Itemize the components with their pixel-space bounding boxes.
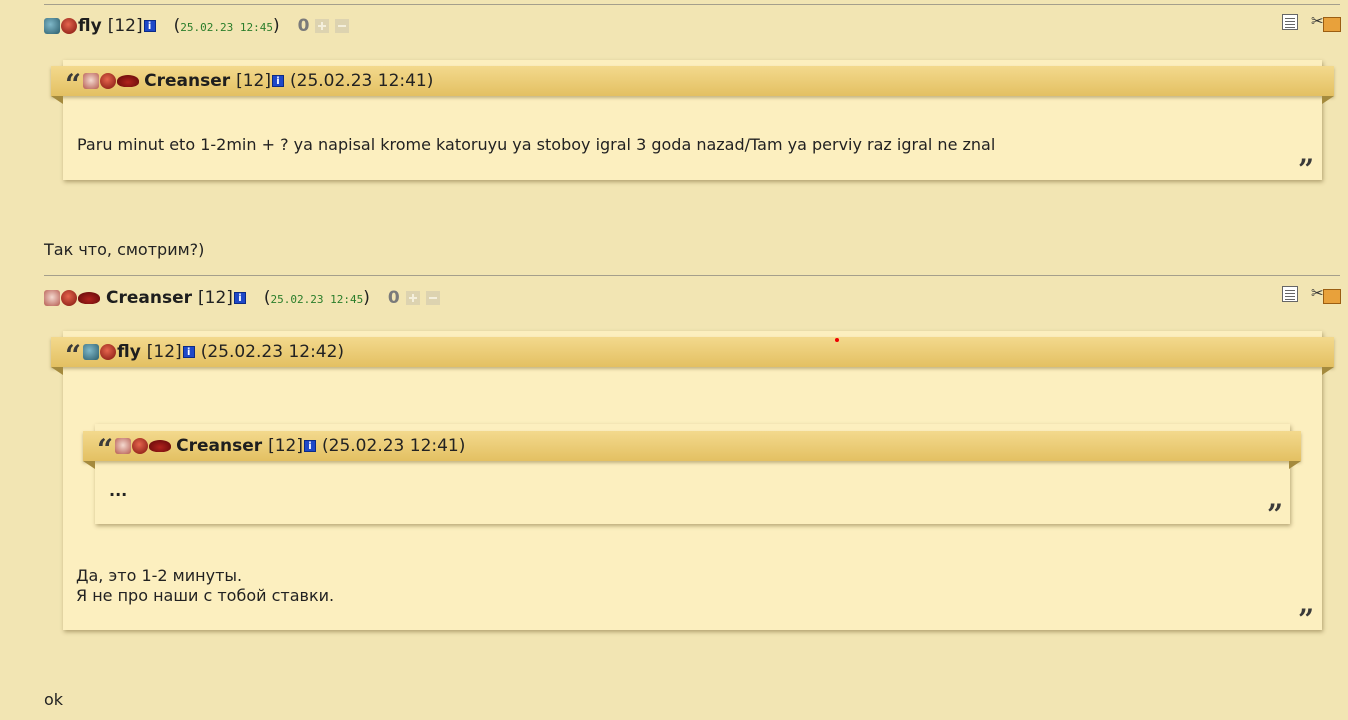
nested-quote-text: ...	[109, 481, 128, 500]
info-icon[interactable]: i	[304, 440, 317, 452]
post-score: 0	[297, 16, 310, 36]
info-icon[interactable]: i	[182, 346, 195, 358]
author-level: [12]	[198, 288, 233, 308]
rank-badge-icon[interactable]	[100, 344, 117, 360]
vote-down-icon[interactable]	[335, 19, 350, 33]
gift-badge-icon[interactable]	[115, 438, 132, 454]
post-header: Creanser [12] i (25.02.23 12:45) 0	[44, 286, 440, 310]
close-quote-icon: ”	[1298, 153, 1315, 186]
quote-date: (25.02.23 12:41)	[322, 436, 466, 456]
gift-badge-icon[interactable]	[83, 73, 100, 89]
quote-author[interactable]: Creanser	[144, 71, 230, 91]
rank-badge-icon[interactable]	[132, 438, 149, 454]
horns-badge-icon[interactable]	[149, 440, 172, 452]
quote-reply-icon[interactable]: ✂	[1311, 285, 1341, 305]
quote-text-line: Да, это 1-2 минуты.	[76, 566, 243, 585]
quote-header: “ fly [12] i (25.02.23 12:42)	[51, 337, 1334, 375]
post-text: ok	[44, 690, 64, 709]
info-icon[interactable]: i	[272, 75, 285, 87]
post-date: (25.02.23 12:45)	[263, 288, 370, 308]
quote-author-level: [12]	[236, 71, 272, 91]
quote-author[interactable]: Creanser	[176, 436, 262, 456]
quote-author-level: [12]	[146, 342, 182, 362]
quote-header: “ Creanser [12] i (25.02.23 12:41)	[51, 66, 1334, 104]
cursor-dot	[835, 338, 839, 342]
horns-badge-icon[interactable]	[78, 292, 100, 304]
rank-badge-icon[interactable]	[100, 73, 117, 89]
post-author[interactable]: Creanser	[106, 288, 192, 308]
quote-author[interactable]: fly	[117, 342, 141, 362]
list-view-icon[interactable]	[1282, 14, 1298, 30]
post-date: (25.02.23 12:45)	[173, 16, 280, 36]
horns-badge-icon[interactable]	[117, 75, 140, 87]
vote-down-icon[interactable]	[425, 291, 440, 305]
quote-text: Paru minut eto 1-2min + ? ya napisal kro…	[77, 135, 996, 154]
info-icon[interactable]: i	[233, 292, 246, 304]
rank-badge-icon[interactable]	[61, 18, 77, 34]
post-author[interactable]: fly	[78, 16, 102, 36]
clan-badge-icon[interactable]	[83, 344, 100, 360]
open-quote-icon: “	[65, 339, 82, 372]
quote-author-level: [12]	[268, 436, 304, 456]
post-separator	[44, 4, 1340, 5]
post-header: fly [12] i (25.02.23 12:45) 0	[44, 14, 350, 38]
quote-reply-icon[interactable]: ✂	[1311, 13, 1341, 33]
post-score: 0	[387, 288, 400, 308]
quote-date: (25.02.23 12:41)	[290, 71, 434, 91]
author-level: [12]	[107, 16, 143, 36]
nested-quote-header: “ Creanser [12] i (25.02.23 12:41)	[83, 431, 1301, 469]
quote-text-line: Я не про наши с тобой ставки.	[76, 586, 335, 605]
list-view-icon[interactable]	[1282, 286, 1298, 302]
quote-date: (25.02.23 12:42)	[200, 342, 345, 362]
open-quote-icon: “	[97, 433, 114, 466]
gift-badge-icon[interactable]	[44, 290, 60, 306]
post-separator	[44, 275, 1340, 276]
info-icon[interactable]: i	[143, 20, 156, 32]
vote-up-icon[interactable]	[405, 291, 420, 305]
clan-badge-icon[interactable]	[44, 18, 60, 34]
open-quote-icon: “	[65, 68, 82, 101]
close-quote-icon: ”	[1267, 498, 1284, 531]
post-text: Так что, смотрим?)	[44, 240, 205, 259]
vote-up-icon[interactable]	[315, 19, 330, 33]
close-quote-icon: ”	[1298, 603, 1315, 636]
rank-badge-icon[interactable]	[61, 290, 77, 306]
